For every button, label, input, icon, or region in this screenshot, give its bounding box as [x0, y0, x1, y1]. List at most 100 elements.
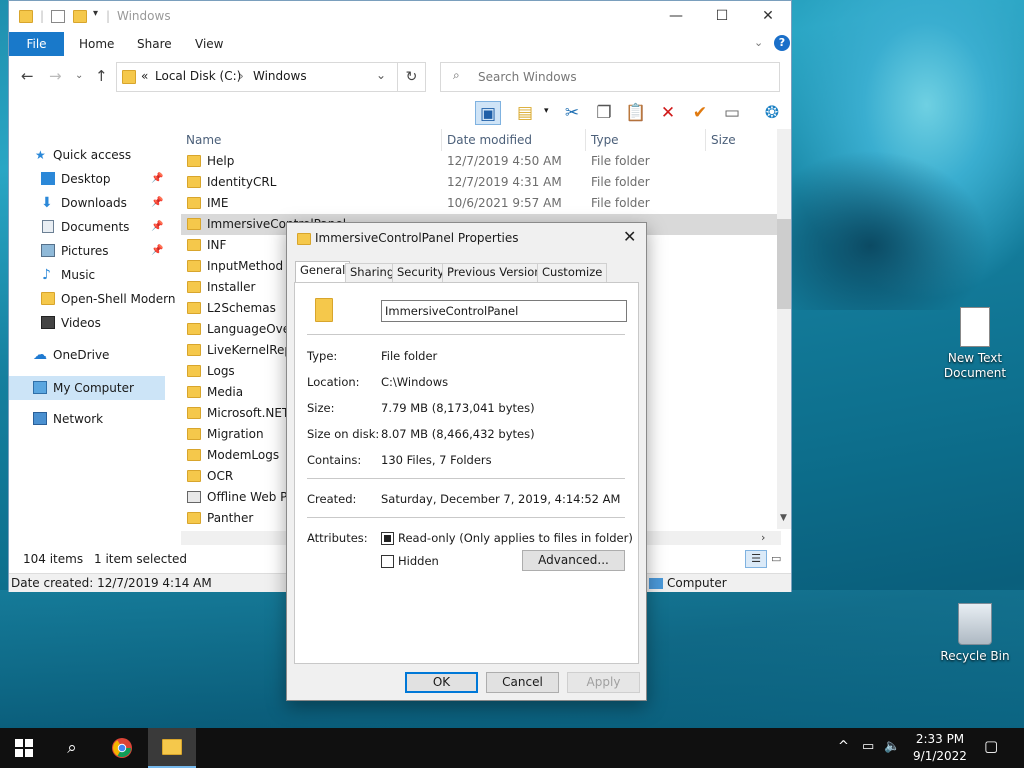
- qat-dropdown-icon[interactable]: ▾: [93, 8, 98, 19]
- up-arrow-icon[interactable]: ↑: [95, 67, 108, 85]
- pin-icon[interactable]: 📌: [151, 191, 163, 215]
- tab-home[interactable]: Home: [79, 37, 114, 51]
- chrome-logo: [112, 738, 132, 758]
- readonly-checkbox[interactable]: [381, 532, 394, 545]
- desktop-icon-new-text-document[interactable]: New Text Document: [935, 307, 1015, 381]
- minimize-button[interactable]: —: [653, 5, 699, 29]
- address-bar[interactable]: « Local Disk (C:) › Windows ⌄: [116, 62, 398, 92]
- location-value: C:\Windows: [381, 375, 449, 389]
- breadcrumb-windows[interactable]: Windows: [253, 69, 307, 83]
- scroll-thumb[interactable]: [777, 219, 791, 309]
- details-view-icon[interactable]: ☰: [745, 550, 767, 568]
- network-tray-icon[interactable]: ▭: [862, 739, 874, 754]
- checkmark-icon[interactable]: ✔: [687, 101, 713, 125]
- paste-icon[interactable]: 📋: [623, 101, 649, 125]
- maximize-button[interactable]: ☐: [699, 5, 745, 29]
- navigation-pane-icon[interactable]: ▣: [475, 101, 501, 125]
- refresh-icon[interactable]: ↻: [398, 62, 426, 92]
- properties-icon[interactable]: [51, 10, 65, 23]
- column-header-name[interactable]: Name: [186, 133, 221, 147]
- close-button[interactable]: ✕: [745, 5, 791, 29]
- scroll-right-icon[interactable]: ›: [761, 531, 765, 544]
- search-icon[interactable]: ⌕: [48, 728, 96, 768]
- nav-item-music[interactable]: ♪ Music: [9, 263, 177, 287]
- pin-icon[interactable]: 📌: [151, 239, 163, 263]
- nav-quick-access[interactable]: ★ Quick access: [9, 143, 177, 167]
- folder-name-field[interactable]: ImmersiveControlPanel: [381, 300, 627, 322]
- nav-item-videos[interactable]: Videos: [9, 311, 177, 335]
- column-divider[interactable]: [441, 129, 442, 151]
- scroll-down-icon[interactable]: ▼: [780, 513, 787, 523]
- folder-large-icon: [315, 298, 333, 322]
- table-row[interactable]: IdentityCRL 12/7/2019 4:31 AM File folder: [181, 172, 781, 193]
- desktop-icon-recycle-bin[interactable]: Recycle Bin: [935, 603, 1015, 664]
- nav-onedrive[interactable]: ☁ OneDrive: [9, 343, 177, 367]
- recent-dropdown-icon[interactable]: ⌄: [75, 70, 83, 81]
- nav-my-computer[interactable]: My Computer: [9, 376, 165, 400]
- pin-icon[interactable]: 📌: [151, 215, 163, 239]
- pin-icon[interactable]: 📌: [151, 167, 163, 191]
- vertical-scrollbar[interactable]: ▼: [777, 129, 791, 529]
- hidden-checkbox[interactable]: [381, 555, 394, 568]
- title-bar[interactable]: | ▾ | Windows — ☐ ✕: [9, 1, 791, 32]
- volume-icon[interactable]: 🔈: [884, 739, 900, 754]
- new-folder-icon[interactable]: [73, 10, 87, 23]
- forward-arrow-icon[interactable]: →: [49, 67, 62, 85]
- column-header-type[interactable]: Type: [591, 133, 619, 147]
- ribbon-expand-icon[interactable]: ⌄: [754, 36, 763, 49]
- start-button[interactable]: [0, 728, 48, 768]
- address-overflow[interactable]: «: [141, 69, 148, 83]
- help-icon[interactable]: ?: [774, 35, 790, 51]
- hidden-label[interactable]: Hidden: [398, 554, 439, 568]
- column-header-date[interactable]: Date modified: [447, 133, 532, 147]
- nav-item-downloads[interactable]: ⬇ Downloads 📌: [9, 191, 177, 215]
- clock[interactable]: 2:33 PM 9/1/2022: [900, 731, 980, 765]
- ok-button[interactable]: OK: [405, 672, 478, 693]
- tab-view[interactable]: View: [195, 37, 223, 51]
- column-divider[interactable]: [705, 129, 706, 151]
- advanced-button[interactable]: Advanced...: [522, 550, 625, 571]
- open-folder-dropdown-icon[interactable]: ▾: [544, 106, 549, 116]
- address-dropdown-icon[interactable]: ⌄: [376, 68, 386, 82]
- readonly-label[interactable]: Read-only (Only applies to files in fold…: [398, 531, 633, 545]
- column-header-size[interactable]: Size: [711, 133, 736, 147]
- open-folder-icon[interactable]: ▤: [512, 101, 538, 125]
- nav-item-documents[interactable]: Documents 📌: [9, 215, 177, 239]
- chrome-icon[interactable]: [98, 728, 146, 768]
- copy-icon[interactable]: ❐: [591, 101, 617, 125]
- delete-icon[interactable]: ✕: [655, 101, 681, 125]
- large-icons-view-icon[interactable]: ▭: [771, 552, 781, 565]
- dialog-close-button[interactable]: ✕: [623, 227, 636, 246]
- folder-icon: [41, 292, 55, 305]
- search-input[interactable]: Search Windows: [478, 70, 577, 84]
- breadcrumb-local-disk[interactable]: Local Disk (C:): [155, 69, 241, 83]
- table-row[interactable]: IME 10/6/2021 9:57 AM File folder: [181, 193, 781, 214]
- tab-general[interactable]: General: [295, 261, 351, 283]
- nav-item-open-shell[interactable]: Open-Shell Modern: [9, 287, 177, 311]
- rename-icon[interactable]: ▭: [719, 101, 745, 125]
- tab-file[interactable]: File: [9, 32, 64, 56]
- tab-previous-versions[interactable]: Previous Versions: [442, 263, 553, 282]
- tab-share[interactable]: Share: [137, 37, 172, 51]
- size-on-disk-value: 8.07 MB (8,466,432 bytes): [381, 427, 535, 441]
- notifications-icon[interactable]: ▢: [984, 737, 998, 755]
- nav-network[interactable]: Network: [9, 407, 177, 431]
- file-explorer-taskbar-button[interactable]: [148, 728, 196, 768]
- cut-icon[interactable]: ✂: [559, 101, 585, 125]
- back-arrow-icon[interactable]: ←: [21, 67, 34, 85]
- nav-item-desktop[interactable]: Desktop 📌: [9, 167, 177, 191]
- tray-overflow-icon[interactable]: ^: [838, 739, 849, 754]
- column-divider[interactable]: [585, 129, 586, 151]
- date-created-text: Date created: 12/7/2019 4:14 AM: [11, 576, 212, 590]
- search-box[interactable]: ⌕ Search Windows: [440, 62, 780, 92]
- apply-button[interactable]: Apply: [567, 672, 640, 693]
- cancel-button[interactable]: Cancel: [486, 672, 559, 693]
- tab-security[interactable]: Security: [392, 263, 450, 282]
- attributes-label: Attributes:: [307, 531, 368, 545]
- tab-customize[interactable]: Customize: [537, 263, 608, 282]
- cloud-icon: ☁: [33, 347, 47, 363]
- table-row[interactable]: Help 12/7/2019 4:50 AM File folder: [181, 151, 781, 172]
- nav-item-pictures[interactable]: Pictures 📌: [9, 239, 177, 263]
- qat-divider: |: [40, 9, 45, 23]
- open-shell-icon[interactable]: ❂: [759, 101, 785, 125]
